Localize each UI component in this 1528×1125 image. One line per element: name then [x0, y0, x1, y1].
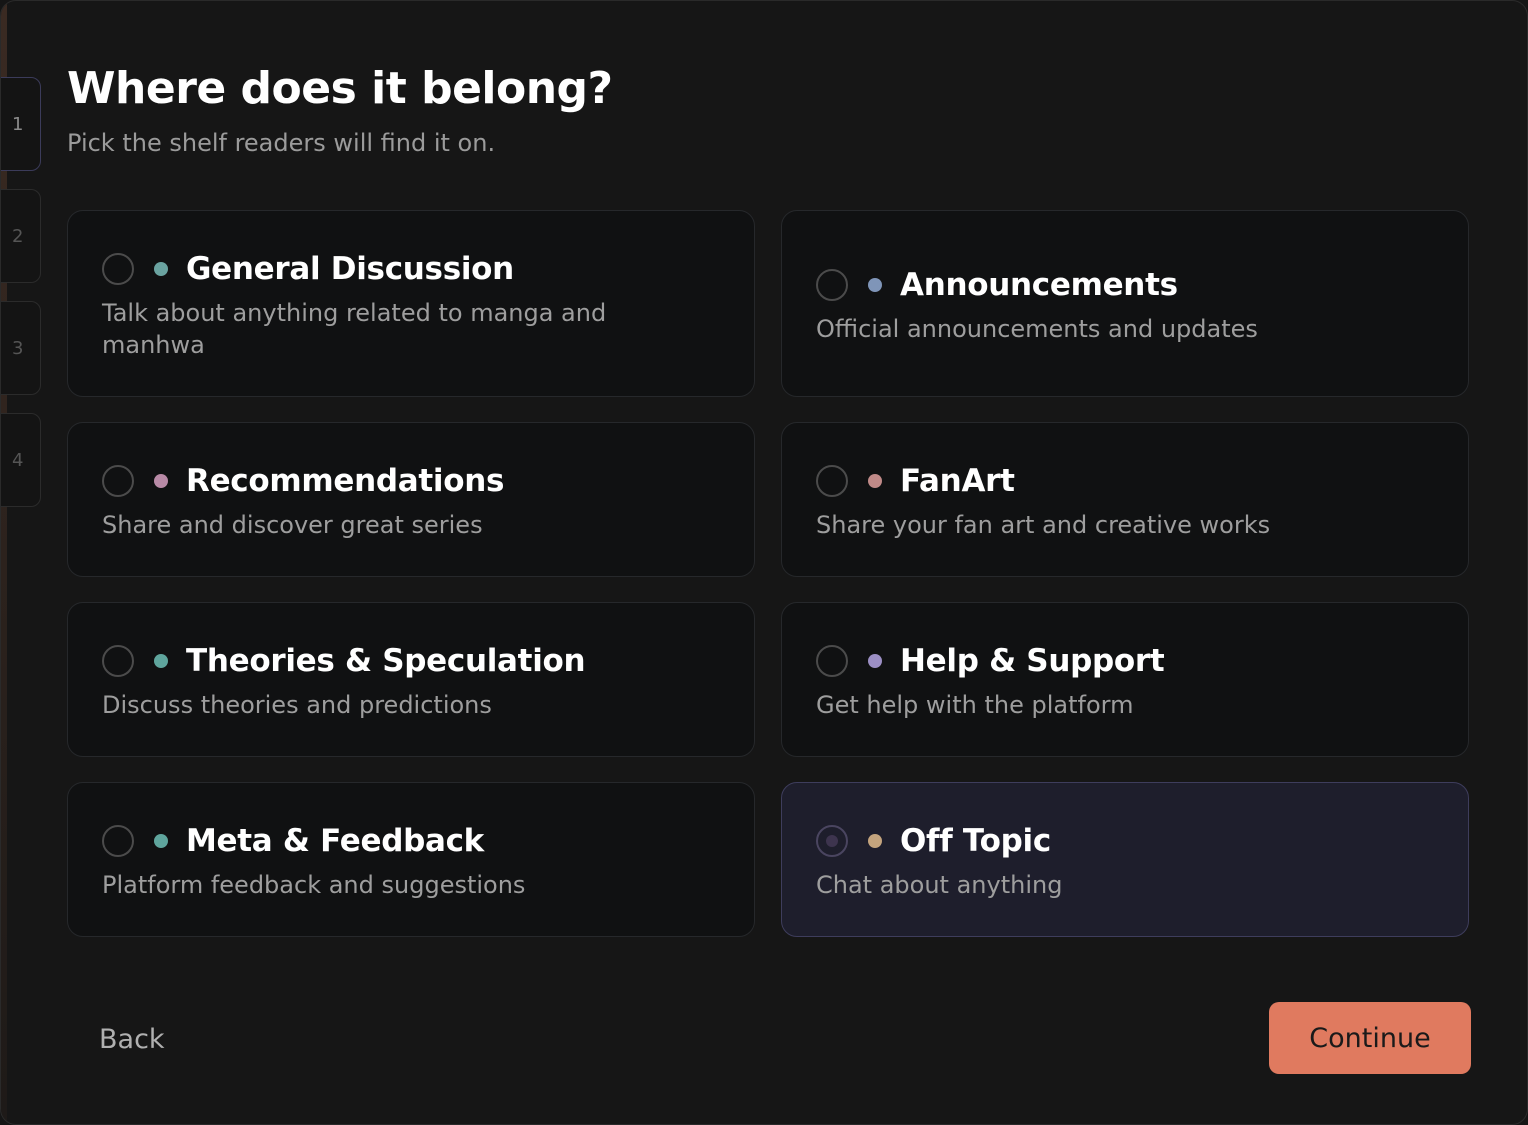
- category-title: Theories & Speculation: [186, 643, 586, 679]
- card-header: FanArt: [816, 461, 1434, 501]
- category-description: Share your fan art and creative works: [816, 511, 1271, 539]
- radio-button[interactable]: [816, 269, 848, 301]
- category-color-dot: [154, 834, 168, 848]
- back-button[interactable]: Back: [81, 1009, 183, 1069]
- category-title: Help & Support: [900, 643, 1165, 679]
- category-card-announcements[interactable]: Announcements Official announcements and…: [781, 210, 1469, 397]
- category-title: Meta & Feedback: [186, 823, 484, 859]
- category-title: General Discussion: [186, 251, 514, 287]
- category-card-recommendations[interactable]: Recommendations Share and discover great…: [67, 422, 755, 577]
- category-color-dot: [154, 262, 168, 276]
- radio-button[interactable]: [102, 253, 134, 285]
- category-card-help-support[interactable]: Help & Support Get help with the platfor…: [781, 602, 1469, 757]
- category-description: Talk about anything related to manga and…: [102, 299, 607, 359]
- page-title: Where does it belong?: [67, 63, 613, 114]
- category-description: Platform feedback and suggestions: [102, 871, 526, 899]
- step-tab-2[interactable]: 2: [1, 189, 41, 283]
- card-header: General Discussion: [102, 249, 720, 289]
- step-number: 4: [12, 450, 24, 471]
- step-tab-3[interactable]: 3: [1, 301, 41, 395]
- step-tab-1[interactable]: 1: [1, 77, 41, 171]
- category-color-dot: [154, 474, 168, 488]
- category-title: Announcements: [900, 267, 1178, 303]
- card-header: Help & Support: [816, 641, 1434, 681]
- radio-button[interactable]: [102, 825, 134, 857]
- category-description: Chat about anything: [816, 871, 1063, 899]
- radio-button[interactable]: [816, 825, 848, 857]
- step-number: 1: [12, 114, 24, 135]
- category-description: Official announcements and updates: [816, 315, 1258, 343]
- category-title: Recommendations: [186, 463, 505, 499]
- step-number: 3: [12, 338, 24, 359]
- category-description: Share and discover great series: [102, 511, 483, 539]
- category-card-off-topic[interactable]: Off Topic Chat about anything: [781, 782, 1469, 937]
- card-header: Off Topic: [816, 821, 1434, 861]
- step-tabs: 1 2 3 4: [1, 77, 41, 525]
- card-header: Theories & Speculation: [102, 641, 720, 681]
- card-header: Recommendations: [102, 461, 720, 501]
- category-title: FanArt: [900, 463, 1015, 499]
- page-subtitle: Pick the shelf readers will find it on.: [67, 129, 496, 157]
- step-number: 2: [12, 226, 24, 247]
- radio-button[interactable]: [102, 645, 134, 677]
- category-color-dot: [868, 278, 882, 292]
- step-tab-4[interactable]: 4: [1, 413, 41, 507]
- category-color-dot: [868, 654, 882, 668]
- category-color-dot: [868, 834, 882, 848]
- category-card-fanart[interactable]: FanArt Share your fan art and creative w…: [781, 422, 1469, 577]
- category-card-general-discussion[interactable]: General Discussion Talk about anything r…: [67, 210, 755, 397]
- category-description: Get help with the platform: [816, 691, 1134, 719]
- continue-button[interactable]: Continue: [1269, 1002, 1471, 1074]
- radio-button[interactable]: [102, 465, 134, 497]
- category-card-meta-feedback[interactable]: Meta & Feedback Platform feedback and su…: [67, 782, 755, 937]
- category-color-dot: [868, 474, 882, 488]
- category-description: Discuss theories and predictions: [102, 691, 492, 719]
- radio-button[interactable]: [816, 645, 848, 677]
- category-card-theories-speculation[interactable]: Theories & Speculation Discuss theories …: [67, 602, 755, 757]
- wizard-dialog: 1 2 3 4 Where does it belong? Pick the s…: [0, 0, 1528, 1125]
- card-header: Meta & Feedback: [102, 821, 720, 861]
- radio-selected-indicator: [826, 835, 838, 847]
- category-color-dot: [154, 654, 168, 668]
- radio-button[interactable]: [816, 465, 848, 497]
- card-header: Announcements: [816, 265, 1434, 305]
- category-title: Off Topic: [900, 823, 1051, 859]
